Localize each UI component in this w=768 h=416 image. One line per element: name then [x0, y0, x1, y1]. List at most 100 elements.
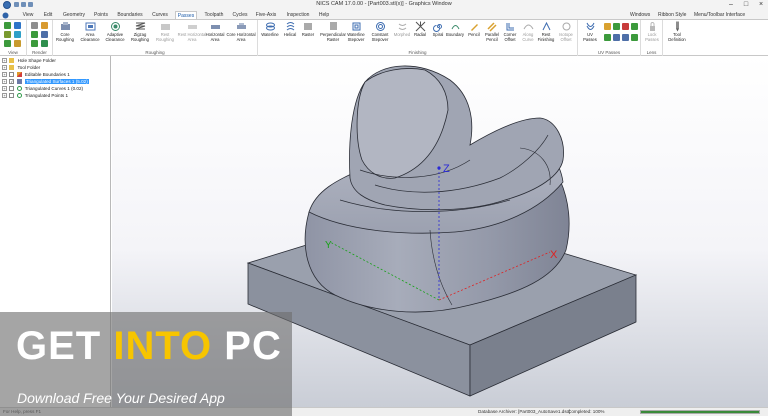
rest-finishing-icon [542, 21, 550, 31]
expand-toggle-icon[interactable]: + [2, 72, 7, 78]
view-side-icon[interactable] [14, 31, 21, 38]
expand-toggle-icon[interactable]: + [2, 93, 7, 99]
folder-icon [9, 65, 15, 71]
tree-item-triangulated-points[interactable]: + Triangulated Points 1 [2, 93, 68, 99]
adaptive-clearance-button[interactable]: Adaptive Clearance [103, 21, 127, 49]
tab-geometry[interactable]: Geometry [62, 11, 86, 19]
parallel-pencil-icon [486, 22, 497, 32]
ribbon-group-render: Render [27, 20, 53, 56]
boundary-icon [16, 72, 22, 78]
horizontal-area-button[interactable]: Horizontal Area [203, 21, 227, 49]
uv-tool-3-icon[interactable] [622, 23, 629, 30]
tab-boundaries[interactable]: Boundaries [116, 11, 144, 19]
menu-toolbar-interface-menu[interactable]: Menu/Toolbar Interface [694, 11, 745, 19]
windows-menu[interactable]: Windows [630, 11, 650, 19]
tab-inspection[interactable]: Inspection [284, 11, 312, 19]
render-color-icon[interactable] [41, 40, 48, 47]
view-front-icon[interactable] [4, 31, 11, 38]
view-iso-icon[interactable] [4, 22, 11, 29]
expand-toggle-icon[interactable]: + [2, 86, 7, 92]
tab-edit[interactable]: Edit [40, 11, 56, 19]
view-top-icon[interactable] [14, 22, 21, 29]
maximize-button[interactable]: □ [739, 0, 753, 10]
view-zoom-icon[interactable] [14, 40, 21, 47]
visibility-checkbox[interactable] [9, 72, 15, 78]
close-button[interactable]: × [754, 0, 768, 10]
render-wire-icon[interactable] [41, 22, 48, 29]
core-roughing-button[interactable]: Core Roughing [53, 21, 77, 49]
raster-button[interactable]: Raster [296, 21, 320, 49]
area-clearance-icon [85, 22, 95, 31]
uv-tool-8-icon[interactable] [631, 34, 638, 41]
morphed-icon [398, 23, 406, 30]
curve-icon [16, 86, 22, 92]
uv-tool-6-icon[interactable] [613, 34, 620, 41]
tree-item-hole-shape-folder[interactable]: + Hole Shape Folder [2, 58, 56, 64]
minimize-button[interactable]: – [724, 0, 738, 10]
tree-item-triangulated-surfaces[interactable]: + ✓ Triangulated Surfaces 1 (5.02) [2, 79, 89, 85]
spiral-icon [432, 24, 442, 32]
corner-offset-icon [506, 23, 514, 31]
render-edges-icon[interactable] [31, 31, 38, 38]
uv-tool-1-icon[interactable] [604, 23, 611, 30]
tab-toolpath[interactable]: Toolpath [202, 11, 226, 19]
tab-cycles[interactable]: Cycles [231, 11, 249, 19]
tool-definition-button[interactable]: Tool Definition [664, 21, 690, 49]
surface-icon [16, 79, 22, 85]
tab-five-axis[interactable]: Five-Axis [254, 11, 278, 19]
app-menu-button[interactable] [1, 11, 10, 19]
y-axis-label: Y [325, 240, 332, 251]
tree-item-triangulated-curves[interactable]: + Triangulated Curves 1 (0.02) [2, 86, 83, 92]
ribbon-group-finishing: Waterline Helical Raster Perpendicular R… [258, 20, 578, 56]
constant-stepover-button[interactable]: Constant Stepover [368, 21, 392, 49]
uv-tool-2-icon[interactable] [613, 23, 620, 30]
waterline-icon [265, 22, 275, 31]
ribbon-group-lens: Lock Passes Lens [641, 20, 663, 56]
uv-tool-7-icon[interactable] [622, 34, 629, 41]
uv-tool-5-icon[interactable] [604, 34, 611, 41]
pencil-icon [470, 24, 478, 31]
uv-tool-4-icon[interactable] [631, 23, 638, 30]
tab-points[interactable]: Points [92, 11, 110, 19]
tab-passes[interactable]: Passes [175, 11, 197, 19]
raster-icon [304, 23, 311, 30]
view-fit-icon[interactable] [4, 40, 11, 47]
expand-toggle-icon[interactable]: + [2, 79, 7, 85]
ribbon-style-menu[interactable]: Ribbon Style [658, 11, 686, 19]
points-icon [16, 93, 22, 99]
uv-passes-icon [586, 22, 594, 30]
watermark-title: GET INTO PC [16, 324, 282, 368]
tree-item-editable-boundaries[interactable]: + Editable Boundaries 1 [2, 72, 70, 78]
expand-toggle-icon[interactable]: + [2, 58, 7, 64]
waterline-stepover-button[interactable]: Waterline Stepover [344, 21, 368, 49]
status-progress-text: Completed: 100% [568, 409, 605, 414]
status-archiver-text: Database Archiver: [Part003_AutoSave1.ds… [478, 409, 571, 414]
helical-icon [286, 22, 294, 31]
render-lights-icon[interactable] [31, 40, 38, 47]
lock-passes-button[interactable]: Lock Passes [641, 21, 663, 49]
uv-passes-button[interactable]: UV Passes [578, 21, 602, 49]
expand-toggle-icon[interactable]: + [2, 65, 7, 71]
isotope-offset-button[interactable]: Isotope Offset [554, 21, 578, 49]
zigzag-roughing-button[interactable]: Zigzag Roughing [128, 21, 152, 49]
tree-item-tool-folder[interactable]: + Tool Folder [2, 65, 40, 71]
rest-horizontal-area-icon [187, 25, 197, 29]
area-clearance-button[interactable]: Area Clearance [78, 21, 102, 49]
render-shaded-icon[interactable] [31, 22, 38, 29]
folder-icon [9, 58, 15, 64]
tab-help[interactable]: Help [317, 11, 331, 19]
visibility-checkbox[interactable] [9, 93, 15, 99]
tab-view[interactable]: View [20, 11, 36, 19]
perpendicular-raster-icon [329, 22, 337, 30]
tab-curves[interactable]: Curves [150, 11, 170, 19]
render-transparent-icon[interactable] [41, 31, 48, 38]
core-horizontal-area-icon [236, 23, 246, 29]
visibility-checkbox[interactable]: ✓ [9, 79, 15, 85]
zigzag-roughing-icon [135, 22, 145, 30]
watermark-subtitle: Download Free Your Desired App [17, 390, 225, 406]
rest-roughing-button[interactable]: Rest Roughing [153, 21, 177, 49]
boundary-icon [451, 25, 459, 30]
visibility-checkbox[interactable] [9, 86, 15, 92]
core-horizontal-area-button[interactable]: Core Horizontal Area [225, 21, 257, 49]
progress-bar [640, 410, 760, 414]
